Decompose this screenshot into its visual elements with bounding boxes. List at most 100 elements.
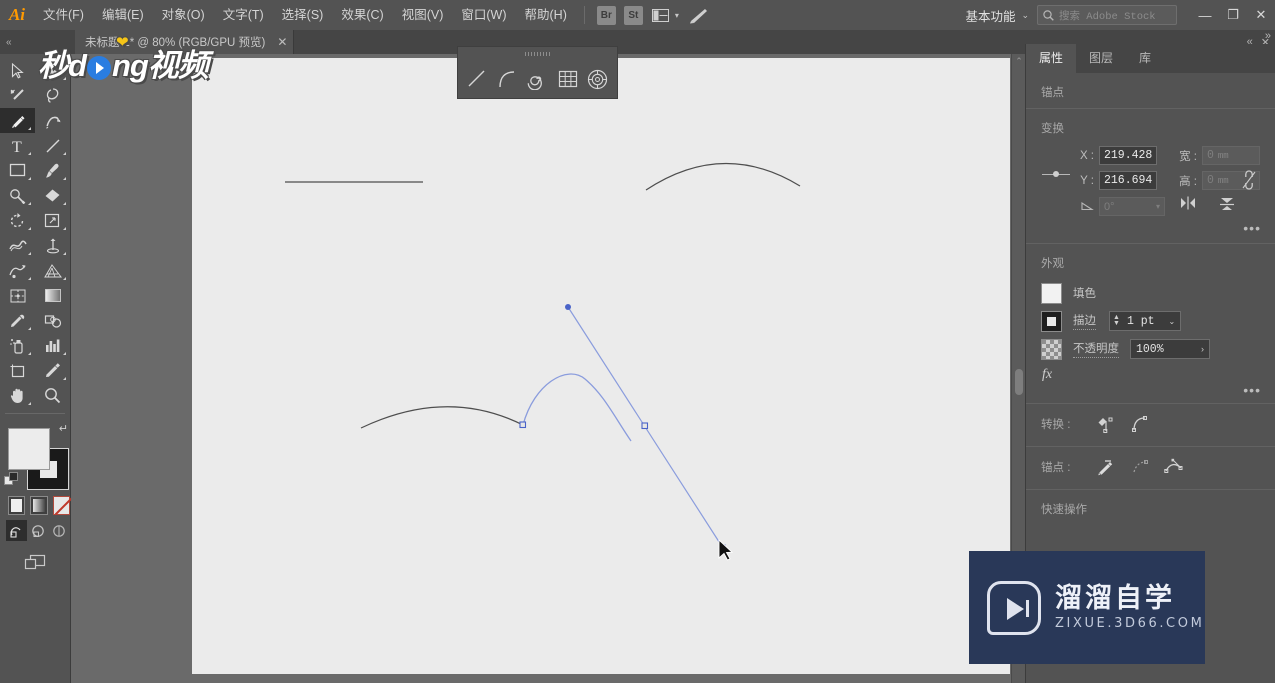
rectangle-tool[interactable] xyxy=(0,158,35,183)
chevron-down-icon[interactable]: ⌄ xyxy=(1019,10,1037,21)
paintbrush-tool[interactable] xyxy=(35,158,70,183)
width-tool[interactable] xyxy=(0,233,35,258)
free-transform-tool[interactable] xyxy=(35,233,70,258)
artboard-tool[interactable] xyxy=(0,358,35,383)
menu-object[interactable]: 对象(O) xyxy=(153,0,214,30)
polar-grid-tool[interactable] xyxy=(585,66,611,92)
blend-tool[interactable] xyxy=(35,308,70,333)
transform-more-options[interactable]: ••• xyxy=(1026,221,1275,235)
canvas-area[interactable]: ⌃ xyxy=(71,54,1025,683)
restore-button[interactable]: ❐ xyxy=(1219,0,1247,30)
active-bezier-path[interactable] xyxy=(522,373,632,442)
arrange-documents-icon[interactable]: ▾ xyxy=(647,0,684,30)
menu-view[interactable]: 视图(V) xyxy=(393,0,453,30)
y-input[interactable]: 216.694 xyxy=(1099,171,1157,190)
x-input[interactable]: 219.428 xyxy=(1099,146,1157,165)
tab-layers[interactable]: 图层 xyxy=(1076,44,1126,73)
opacity-expand-icon[interactable]: › xyxy=(1201,344,1204,354)
menu-window[interactable]: 窗口(W) xyxy=(452,0,515,30)
flip-horizontal-icon[interactable] xyxy=(1179,196,1197,217)
fx-button[interactable]: fx xyxy=(1026,363,1275,385)
chevron-down-icon[interactable]: ⌄ xyxy=(1169,317,1181,326)
swap-fill-stroke-icon[interactable]: ↵ xyxy=(59,422,68,435)
scale-tool[interactable] xyxy=(35,208,70,233)
workspace-switcher[interactable]: 基本功能 xyxy=(965,6,1019,25)
arc-tool[interactable] xyxy=(494,66,520,92)
pen-tool[interactable] xyxy=(0,108,35,133)
unlinked-chain-icon[interactable] xyxy=(1241,168,1257,197)
screen-mode-full-menubar[interactable] xyxy=(27,520,48,541)
bridge-button[interactable]: Br xyxy=(596,5,616,25)
gradient-tool[interactable] xyxy=(35,283,70,308)
menu-type[interactable]: 文字(T) xyxy=(214,0,273,30)
tab-properties[interactable]: 属性 xyxy=(1026,44,1077,73)
hand-tool[interactable] xyxy=(0,383,35,408)
document-tab[interactable]: 未标题-1* @ 80% (RGB/GPU 预览) ✕ xyxy=(75,30,295,54)
eraser-tool[interactable] xyxy=(35,183,70,208)
convert-to-corner-icon[interactable] xyxy=(1089,415,1123,433)
magic-wand-tool[interactable] xyxy=(0,83,35,108)
shaper-tool[interactable] xyxy=(0,183,35,208)
stroke-color-swatch[interactable] xyxy=(1041,310,1062,332)
appearance-more-options[interactable]: ••• xyxy=(1026,383,1275,397)
remove-anchor-point-icon[interactable] xyxy=(1089,458,1123,476)
show-handles-icon[interactable] xyxy=(1123,458,1157,476)
type-tool[interactable]: T xyxy=(0,133,35,158)
stock-brush-icon[interactable] xyxy=(684,0,714,30)
anchor-point-1[interactable] xyxy=(519,421,527,429)
scroll-up-icon[interactable]: ⌃ xyxy=(1012,56,1025,67)
slice-tool[interactable] xyxy=(35,358,70,383)
flip-vertical-icon[interactable] xyxy=(1219,196,1235,217)
zoom-tool[interactable] xyxy=(35,383,70,408)
expand-panels-icon[interactable]: » xyxy=(1265,30,1271,42)
color-mode-gradient[interactable] xyxy=(30,496,48,515)
stroke-weight-input[interactable]: ▲ ▼ 1 pt ⌄ xyxy=(1109,311,1182,331)
perspective-grid-tool[interactable] xyxy=(35,258,70,283)
screen-mode-normal[interactable] xyxy=(6,520,27,541)
minimize-button[interactable]: — xyxy=(1191,0,1219,30)
hide-handles-icon[interactable] xyxy=(1157,458,1191,476)
opacity-label[interactable]: 不透明度 xyxy=(1073,340,1119,358)
stock-button[interactable]: St xyxy=(623,5,643,25)
close-button[interactable]: ✕ xyxy=(1247,0,1275,30)
stepper-icon[interactable]: ▲ ▼ xyxy=(1110,314,1123,327)
flyout-drag-handle[interactable] xyxy=(458,47,617,60)
angle-select[interactable]: 0° ▾ xyxy=(1099,197,1165,216)
arc-path-left[interactable] xyxy=(360,406,524,429)
convert-to-smooth-icon[interactable] xyxy=(1123,415,1157,433)
reference-point-icon[interactable] xyxy=(1042,168,1070,180)
line-segment-tool[interactable] xyxy=(464,66,490,92)
selection-tool[interactable] xyxy=(0,58,35,83)
spiral-tool[interactable] xyxy=(524,66,550,92)
tab-libraries[interactable]: 库 xyxy=(1126,44,1164,73)
search-input[interactable]: 搜索 Adobe Stock xyxy=(1059,8,1156,23)
menu-edit[interactable]: 编辑(E) xyxy=(93,0,153,30)
mesh-tool[interactable] xyxy=(0,283,35,308)
default-fill-stroke-icon[interactable] xyxy=(4,472,18,486)
screen-mode-full[interactable] xyxy=(48,520,69,541)
search-stock-box[interactable]: 搜索 Adobe Stock xyxy=(1037,5,1177,25)
close-icon[interactable]: ✕ xyxy=(277,35,287,49)
width-input[interactable]: 0 mm xyxy=(1202,146,1260,165)
curvature-tool[interactable] xyxy=(35,108,70,133)
shape-builder-tool[interactable] xyxy=(0,258,35,283)
line-segment-tool[interactable] xyxy=(35,133,70,158)
fill-swatch[interactable] xyxy=(8,428,50,470)
lasso-tool[interactable] xyxy=(35,83,70,108)
rotate-tool[interactable] xyxy=(0,208,35,233)
rectangular-grid-tool[interactable] xyxy=(555,66,581,92)
direction-handle-start[interactable] xyxy=(565,304,571,310)
column-graph-tool[interactable] xyxy=(35,333,70,358)
arc-path-top-right[interactable] xyxy=(645,162,801,191)
menu-effect[interactable]: 效果(C) xyxy=(332,0,392,30)
collapse-panels-icon[interactable]: « xyxy=(0,37,18,48)
opacity-swatch[interactable] xyxy=(1041,338,1062,360)
menu-select[interactable]: 选择(S) xyxy=(273,0,333,30)
color-mode-solid[interactable] xyxy=(8,496,26,515)
fill-color-swatch[interactable] xyxy=(1041,282,1062,304)
line-tool-flyout[interactable] xyxy=(457,46,618,99)
scrollbar-thumb[interactable] xyxy=(1015,369,1023,395)
eyedropper-tool[interactable] xyxy=(0,308,35,333)
direct-selection-tool[interactable] xyxy=(35,58,70,83)
edit-toolbar-icon[interactable] xyxy=(18,550,53,575)
